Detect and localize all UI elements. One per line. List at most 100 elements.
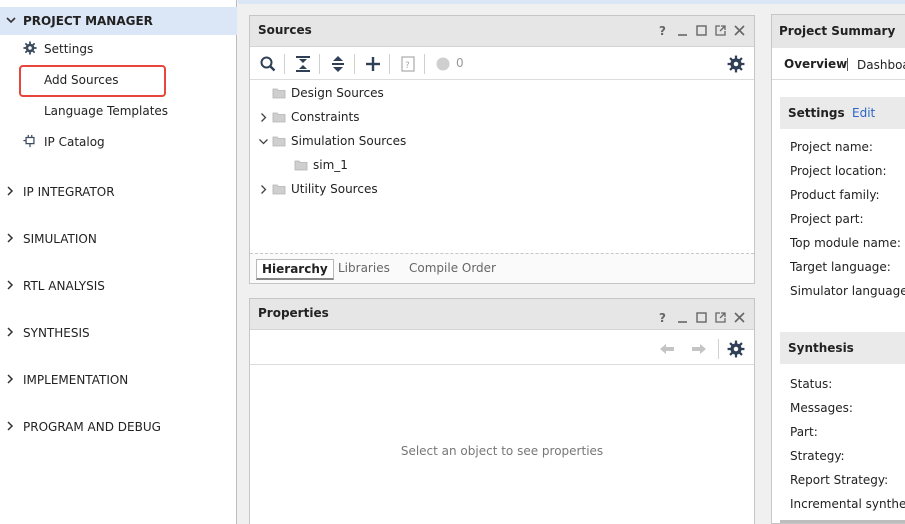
sources-panel: Sources ? ? 0 Design Sources Constraints… bbox=[249, 15, 755, 284]
close-icon[interactable] bbox=[733, 311, 746, 324]
label-project-part: Project part: bbox=[790, 212, 864, 226]
summary-tabs: Overview Dashboa bbox=[772, 48, 905, 80]
nav-section-implementation[interactable]: IMPLEMENTATION bbox=[0, 370, 237, 390]
tab-separator bbox=[847, 58, 848, 71]
chevron-down-icon[interactable] bbox=[259, 137, 268, 146]
chevron-right-icon bbox=[7, 421, 14, 431]
forward-arrow-icon[interactable] bbox=[690, 340, 708, 358]
nav-section-program-and-debug[interactable]: PROGRAM AND DEBUG bbox=[0, 417, 237, 437]
tree-node-simulation-sources[interactable]: Simulation Sources bbox=[250, 132, 750, 152]
maximize-icon[interactable] bbox=[695, 311, 708, 324]
toolbar-separator bbox=[319, 54, 320, 74]
nav-item-add-sources[interactable]: Add Sources bbox=[44, 73, 119, 87]
panel-title: Project Summary bbox=[779, 24, 896, 38]
chevron-right-icon bbox=[7, 280, 14, 290]
sources-panel-header: Sources ? bbox=[250, 16, 754, 47]
folder-icon bbox=[272, 88, 286, 99]
chevron-right-icon bbox=[7, 374, 14, 384]
toolbar-separator bbox=[718, 339, 719, 359]
minimize-icon[interactable] bbox=[676, 311, 689, 324]
label-target-language: Target language: bbox=[790, 260, 891, 274]
gear-icon[interactable] bbox=[727, 55, 745, 73]
nav-section-project-manager[interactable]: PROJECT MANAGER bbox=[0, 7, 237, 35]
tree-node-utility-sources[interactable]: Utility Sources bbox=[250, 180, 750, 200]
close-icon[interactable] bbox=[733, 24, 746, 37]
svg-text:?: ? bbox=[659, 311, 666, 324]
section-title: Synthesis bbox=[788, 341, 854, 355]
gear-icon[interactable] bbox=[727, 340, 745, 358]
chevron-down-icon bbox=[6, 17, 16, 24]
section-title: Settings bbox=[788, 106, 845, 120]
help-icon[interactable]: ? bbox=[657, 24, 670, 37]
nav-section-synthesis[interactable]: SYNTHESIS bbox=[0, 323, 237, 343]
nav-section-ip-integrator[interactable]: IP INTEGRATOR bbox=[0, 182, 237, 202]
tab-libraries[interactable]: Libraries bbox=[338, 261, 390, 275]
tab-compile-order[interactable]: Compile Order bbox=[409, 261, 496, 275]
tree-node-label: sim_1 bbox=[313, 158, 348, 172]
tree-node-label: Constraints bbox=[291, 110, 360, 124]
properties-help-icon[interactable]: ? bbox=[399, 55, 417, 73]
sources-tabs: Hierarchy Libraries Compile Order bbox=[250, 253, 754, 283]
nav-item-language-templates[interactable]: Language Templates bbox=[44, 104, 168, 118]
chevron-right-icon bbox=[7, 233, 14, 243]
label-top-module-name: Top module name: bbox=[790, 236, 901, 250]
tab-dashboard[interactable]: Dashboa bbox=[857, 58, 905, 72]
chevron-right-icon[interactable] bbox=[259, 185, 268, 194]
svg-text:?: ? bbox=[659, 24, 666, 37]
label-simulator-language: Simulator language: bbox=[790, 284, 905, 298]
nav-section-label: IP INTEGRATOR bbox=[23, 185, 115, 199]
float-icon[interactable] bbox=[714, 311, 727, 324]
chevron-right-icon[interactable] bbox=[259, 113, 268, 122]
label-part: Part: bbox=[790, 425, 818, 439]
tree-node-label: Utility Sources bbox=[291, 182, 378, 196]
window-controls: ? bbox=[657, 24, 746, 37]
tab-hierarchy[interactable]: Hierarchy bbox=[256, 259, 334, 280]
nav-section-rtl-analysis[interactable]: RTL ANALYSIS bbox=[0, 276, 237, 296]
maximize-icon[interactable] bbox=[695, 24, 708, 37]
label-project-name: Project name: bbox=[790, 140, 873, 154]
nav-section-simulation[interactable]: SIMULATION bbox=[0, 229, 237, 249]
settings-section-header: Settings Edit bbox=[780, 97, 905, 129]
tree-node-design-sources[interactable]: Design Sources bbox=[250, 84, 750, 104]
label-report-strategy: Report Strategy: bbox=[790, 473, 889, 487]
label-project-location: Project location: bbox=[790, 164, 887, 178]
chevron-right-icon bbox=[7, 327, 14, 337]
collapse-all-icon[interactable] bbox=[294, 55, 312, 73]
label-strategy: Strategy: bbox=[790, 449, 845, 463]
properties-panel-header: Properties ? bbox=[250, 299, 754, 330]
top-strip bbox=[238, 0, 905, 4]
properties-toolbar bbox=[250, 333, 754, 365]
folder-icon bbox=[272, 112, 286, 123]
nav-item-ip-catalog[interactable]: IP Catalog bbox=[44, 135, 105, 149]
toolbar-separator bbox=[354, 54, 355, 74]
synthesis-section-header: Synthesis bbox=[780, 332, 905, 364]
expand-all-icon[interactable] bbox=[329, 55, 347, 73]
edit-link[interactable]: Edit bbox=[852, 106, 875, 120]
status-count: 0 bbox=[456, 56, 464, 70]
float-icon[interactable] bbox=[714, 24, 727, 37]
help-icon[interactable]: ? bbox=[657, 311, 670, 324]
back-arrow-icon[interactable] bbox=[658, 340, 676, 358]
nav-section-label: PROJECT MANAGER bbox=[23, 14, 153, 28]
add-icon[interactable] bbox=[364, 55, 382, 73]
nav-section-label: RTL ANALYSIS bbox=[23, 279, 105, 293]
horizontal-scrollbar[interactable] bbox=[780, 520, 905, 523]
toolbar-separator bbox=[389, 54, 390, 74]
tree-node-sim-1[interactable]: sim_1 bbox=[250, 156, 750, 176]
tree-node-label: Design Sources bbox=[291, 86, 384, 100]
svg-text:?: ? bbox=[405, 61, 410, 71]
sources-toolbar: ? 0 bbox=[250, 48, 754, 80]
search-icon[interactable] bbox=[259, 55, 277, 73]
toolbar-separator bbox=[424, 54, 425, 74]
minimize-icon[interactable] bbox=[676, 24, 689, 37]
tree-node-constraints[interactable]: Constraints bbox=[250, 108, 750, 128]
tree-node-label: Simulation Sources bbox=[291, 134, 407, 148]
tab-overview[interactable]: Overview bbox=[784, 57, 847, 71]
project-summary-header: Project Summary bbox=[772, 15, 905, 48]
label-product-family: Product family: bbox=[790, 188, 880, 202]
nav-item-settings[interactable]: Settings bbox=[44, 42, 93, 56]
label-incremental-synthesis: Incremental synthesis bbox=[790, 497, 905, 511]
panel-title: Properties bbox=[258, 306, 329, 320]
project-summary-panel: Project Summary Overview Dashboa Setting… bbox=[771, 14, 905, 524]
status-dot-icon bbox=[436, 57, 450, 71]
